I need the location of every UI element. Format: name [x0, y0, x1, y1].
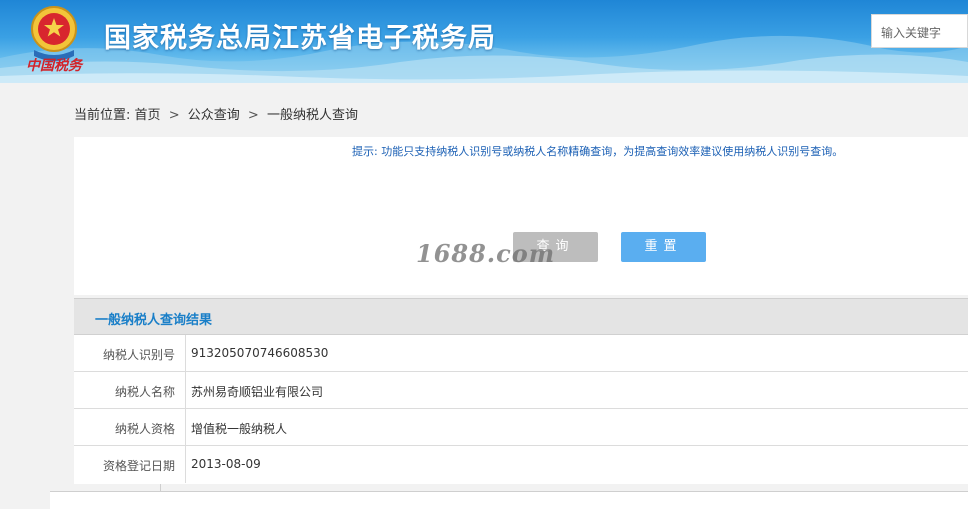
result-table: 一般纳税人查询结果 纳税人识别号 913205070746608530 纳税人名…: [74, 298, 968, 484]
table-row: 纳税人识别号 913205070746608530: [74, 335, 968, 372]
breadcrumb-item-public-query[interactable]: 公众查询: [188, 108, 240, 123]
breadcrumb-item-current: 一般纳税人查询: [266, 108, 358, 123]
table-row: 纳税人名称 苏州易奇顺铝业有限公司: [74, 372, 968, 409]
footer-strip: [50, 492, 968, 509]
watermark: 1688.com: [416, 239, 556, 268]
search-input[interactable]: 输入关键字: [871, 14, 968, 48]
row-label: 纳税人识别号: [74, 335, 186, 371]
site-header: 中国税务 国家税务总局江苏省电子税务局 输入关键字: [0, 0, 968, 83]
breadcrumb-item-home[interactable]: 首页: [135, 108, 161, 123]
row-label: 纳税人资格: [74, 409, 186, 445]
reset-button[interactable]: 重置: [621, 232, 706, 262]
row-value: 苏州易奇顺铝业有限公司: [191, 385, 324, 399]
table-row: 资格登记日期 2013-08-09: [74, 446, 968, 483]
row-value: 913205070746608530: [191, 346, 329, 360]
emblem-caption: 中国税务: [26, 58, 82, 74]
row-label: 纳税人名称: [74, 372, 186, 408]
breadcrumb-separator: >: [247, 108, 259, 123]
breadcrumb-separator: >: [168, 108, 180, 123]
site-title: 国家税务总局江苏省电子税务局: [104, 23, 496, 54]
query-tip: 提示: 功能只支持纳税人识别号或纳税人名称精确查询，为提高查询效率建议使用纳税人…: [352, 145, 844, 158]
breadcrumb: 当前位置: 首页 > 公众查询 > 一般纳税人查询: [74, 104, 358, 123]
result-title: 一般纳税人查询结果: [74, 299, 968, 335]
row-value: 2013-08-09: [191, 457, 261, 471]
query-panel: 提示: 功能只支持纳税人识别号或纳税人名称精确查询，为提高查询效率建议使用纳税人…: [74, 137, 968, 295]
breadcrumb-prefix: 当前位置:: [74, 108, 131, 123]
table-row: 纳税人资格 增值税一般纳税人: [74, 409, 968, 446]
row-value: 增值税一般纳税人: [191, 422, 288, 436]
row-label: 资格登记日期: [74, 446, 186, 483]
